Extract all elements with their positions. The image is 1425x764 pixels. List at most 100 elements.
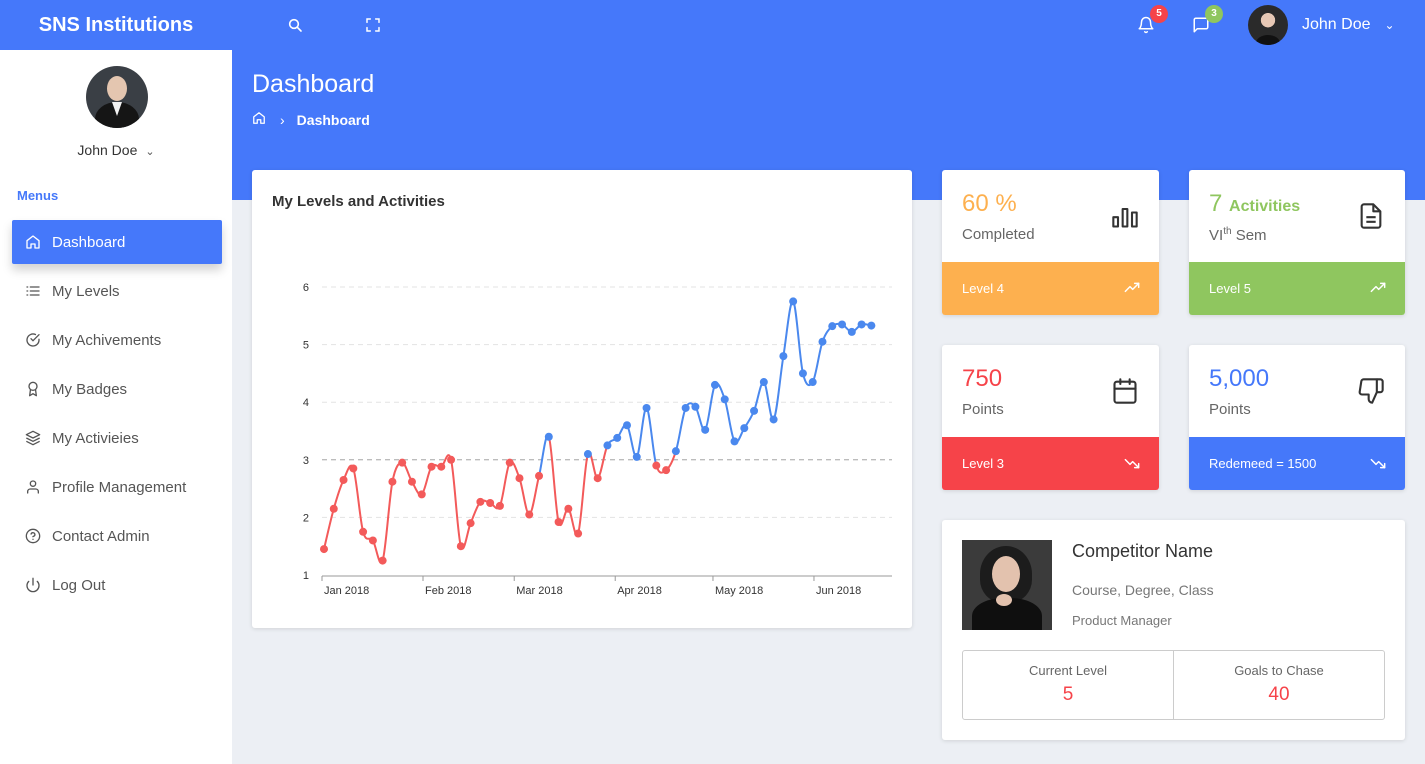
x-tick-label: Feb 2018 <box>425 585 471 597</box>
stat-footer[interactable]: Level 3 <box>942 437 1159 490</box>
stat-footer[interactable]: Level 4 <box>942 262 1159 315</box>
check-circle-icon <box>24 331 42 349</box>
series-line-segment <box>332 479 345 510</box>
data-point <box>544 432 553 441</box>
series-line-segment <box>528 475 541 516</box>
current-level-value: 5 <box>1062 684 1074 705</box>
data-point <box>574 529 583 538</box>
search-icon[interactable] <box>283 13 307 37</box>
stat-label: Points <box>962 401 1004 418</box>
y-tick-label: 5 <box>303 340 309 352</box>
bar-chart-icon <box>1111 202 1139 230</box>
data-point <box>593 474 602 483</box>
brand-logo[interactable]: SNS Institutions <box>0 0 232 50</box>
sidebar: John Doe ⌄ Menus Dashboard My Levels My A… <box>0 50 232 764</box>
sidebar-item-my-badges[interactable]: My Badges <box>12 367 222 411</box>
sidebar-item-label: Contact Admin <box>52 527 150 545</box>
data-point <box>740 424 749 433</box>
stat-label-main: VI <box>1209 227 1224 244</box>
sidebar-item-dashboard[interactable]: Dashboard <box>12 220 222 264</box>
sidebar-user-name: John Doe <box>77 142 138 158</box>
stat-label: Completed <box>962 226 1035 243</box>
sidebar-item-label: My Levels <box>52 282 120 300</box>
series-line-segment <box>811 341 824 383</box>
user-menu[interactable]: John Doe ⌄ <box>1248 5 1395 45</box>
award-icon <box>24 380 42 398</box>
sidebar-item-label: Log Out <box>52 576 106 594</box>
data-point <box>759 378 768 387</box>
list-icon <box>24 282 42 300</box>
stat-label-rest: Sem <box>1231 227 1267 244</box>
sidebar-item-label: My Achivements <box>52 331 162 349</box>
competitor-card: Competitor Name Course, Degree, Class Pr… <box>942 520 1405 740</box>
levels-line-chart: 1 2 3 4 5 6 Jan 2018 Feb 2018 Mar 2018 Apr 2018 Ma… <box>303 282 892 597</box>
sidebar-item-log-out[interactable]: Log Out <box>12 563 222 607</box>
series-line-segment <box>538 434 550 477</box>
messages-badge: 3 <box>1205 5 1223 23</box>
notifications-badge: 5 <box>1150 5 1168 23</box>
stat-footer[interactable]: Redemeed = 1500 <box>1189 437 1405 490</box>
data-point <box>417 490 426 499</box>
stat-value-number: 7 <box>1209 190 1223 217</box>
data-point <box>701 425 710 434</box>
sidebar-item-my-activieies[interactable]: My Activieies <box>12 416 222 460</box>
sidebar-item-my-achivements[interactable]: My Achivements <box>12 318 222 362</box>
data-point <box>427 462 436 471</box>
data-point <box>437 462 446 471</box>
series-line-segment <box>645 406 658 466</box>
data-point <box>847 327 856 336</box>
chevron-down-icon: ⌄ <box>145 146 155 158</box>
data-point <box>720 395 729 404</box>
data-point <box>603 441 612 450</box>
series-line-segment <box>772 355 785 421</box>
data-point <box>456 542 465 551</box>
top-bar: SNS Institutions 5 3 John Doe ⌄ <box>0 0 1425 50</box>
stat-card-activities: 7 Activities VIth Sem Level 5 <box>1189 170 1405 315</box>
y-tick-label: 2 <box>303 512 309 524</box>
data-point <box>495 501 504 510</box>
data-point <box>642 403 651 412</box>
messages-icon[interactable]: 3 <box>1189 5 1223 37</box>
data-point <box>388 477 397 486</box>
data-point <box>828 322 837 331</box>
layers-icon <box>24 429 42 447</box>
power-icon <box>24 576 42 594</box>
trending-down-icon <box>1123 455 1141 474</box>
goals-value: 40 <box>1268 684 1290 705</box>
sidebar-user-menu[interactable]: John Doe ⌄ <box>0 142 232 158</box>
sidebar-menu: Dashboard My Levels My Achivements My Ba… <box>12 220 222 612</box>
stat-label-sup: th <box>1223 226 1232 237</box>
x-tick-label: Mar 2018 <box>516 585 562 597</box>
document-icon <box>1357 202 1385 230</box>
sidebar-item-profile-management[interactable]: Profile Management <box>12 465 222 509</box>
page-title: Dashboard <box>252 70 375 98</box>
data-point <box>818 337 827 346</box>
sidebar-item-my-levels[interactable]: My Levels <box>12 269 222 313</box>
goals-label: Goals to Chase <box>1234 663 1324 678</box>
stat-footer[interactable]: Level 5 <box>1189 262 1405 315</box>
sidebar-item-contact-admin[interactable]: Contact Admin <box>12 514 222 558</box>
data-point <box>632 452 641 461</box>
y-tick-label: 1 <box>303 570 309 582</box>
sidebar-item-label: Dashboard <box>52 233 126 251</box>
notifications-bell-icon[interactable]: 5 <box>1134 5 1168 37</box>
data-point <box>359 527 368 536</box>
fullscreen-icon[interactable] <box>361 13 385 37</box>
breadcrumb-home-icon[interactable] <box>252 111 266 128</box>
stat-label: Points <box>1209 401 1251 418</box>
series-line-segment <box>635 406 648 458</box>
data-point <box>838 320 847 329</box>
data-point <box>623 421 631 430</box>
home-icon <box>24 233 42 251</box>
data-point <box>407 477 416 486</box>
data-point <box>798 369 807 378</box>
data-point <box>808 378 817 387</box>
series-line-segment <box>782 300 795 357</box>
data-point <box>368 536 377 545</box>
data-point <box>378 556 387 565</box>
trending-up-icon <box>1369 280 1387 299</box>
y-tick-label: 3 <box>303 455 309 467</box>
stat-footer-label: Redemeed = 1500 <box>1209 456 1317 471</box>
data-point <box>769 415 778 424</box>
y-tick-label: 4 <box>303 397 309 409</box>
